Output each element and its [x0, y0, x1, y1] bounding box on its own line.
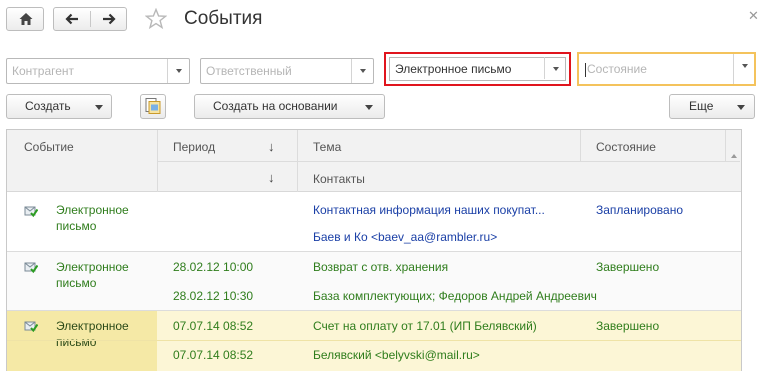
counterparty-filter-placeholder: Контрагент: [12, 64, 75, 78]
column-header-event[interactable]: Событие: [24, 139, 74, 155]
event-type-value: Электронное письмо: [395, 62, 512, 76]
home-icon: [19, 13, 33, 25]
close-icon[interactable]: ✕: [748, 9, 759, 22]
row-state: Завершено: [596, 319, 660, 333]
email-event-icon: [24, 321, 38, 333]
row-subject: Возврат с отв. хранения: [313, 260, 449, 274]
page-title: События: [184, 8, 263, 29]
row-event: Электронное письмо: [56, 319, 129, 349]
table-row-selected[interactable]: Электронное письмо 07.07.14 08:52 07.07.…: [7, 311, 741, 371]
row-subject: Счет на оплату от 17.01 (ИП Белявский): [313, 319, 537, 333]
chevron-down-icon[interactable]: [544, 57, 566, 79]
chevron-down-icon: [95, 105, 103, 110]
chevron-down-icon: [737, 105, 745, 110]
row-period-start: 28.02.12 10:00: [173, 260, 254, 274]
row-contacts: Белявский <belyvski@mail.ru>: [313, 348, 480, 362]
row-contacts: Баев и Ко <baev_aa@rambler.ru>: [313, 230, 498, 244]
column-divider: [297, 130, 298, 192]
responsible-filter-placeholder: Ответственный: [206, 64, 292, 78]
column-divider: [157, 130, 158, 192]
table-header: Событие Период ↓ ↓ Тема Контакты Состоян…: [7, 130, 741, 192]
email-event-icon: [24, 206, 38, 218]
column-divider: [580, 130, 581, 161]
chevron-down-icon[interactable]: [351, 59, 373, 83]
row-period-end: 28.02.12 10:30: [173, 289, 254, 303]
create-button-label: Создать: [25, 99, 71, 113]
document-template-icon: [145, 98, 161, 114]
table-row[interactable]: Электронное письмо 28.02.12 10:00 28.02.…: [7, 252, 741, 310]
history-nav: [53, 7, 127, 31]
column-header-state[interactable]: Состояние: [596, 139, 656, 155]
events-table[interactable]: Событие Период ↓ ↓ Тема Контакты Состоян…: [6, 129, 742, 371]
row-event: Электронное письмо: [56, 203, 129, 233]
event-type-filter[interactable]: Электронное письмо: [384, 52, 571, 86]
row-inner-divider: [7, 340, 741, 341]
column-header-period[interactable]: Период: [173, 139, 215, 155]
chevron-down-icon: [365, 105, 373, 110]
email-event-icon: [24, 262, 38, 274]
column-header-subject[interactable]: Тема: [313, 139, 341, 155]
star-icon[interactable]: [145, 8, 167, 30]
sort-arrow-icon: ↓: [268, 170, 275, 185]
create-based-on-button[interactable]: Создать на основании: [194, 94, 385, 119]
scroll-up-arrow[interactable]: [731, 154, 737, 158]
home-button[interactable]: [6, 7, 44, 31]
arrow-left-icon: [65, 13, 78, 25]
more-button-label: Еще: [689, 99, 714, 113]
chevron-down-icon[interactable]: [167, 59, 189, 83]
back-button[interactable]: [54, 8, 90, 30]
forward-button[interactable]: [91, 8, 127, 30]
column-header-contacts[interactable]: Контакты: [313, 171, 365, 187]
arrow-right-icon: [103, 13, 116, 25]
event-type-field[interactable]: Электронное письмо: [389, 57, 566, 81]
row-contacts: База комплектующих; Федоров Андрей Андре…: [313, 289, 597, 303]
sort-arrow-icon: ↓: [268, 139, 275, 154]
row-state: Завершено: [596, 260, 660, 274]
state-filter[interactable]: Состояние: [577, 52, 756, 86]
header-divider: [157, 161, 740, 162]
row-period-start: 07.07.14 08:52: [173, 319, 254, 333]
responsible-filter[interactable]: Ответственный: [200, 58, 374, 84]
counterparty-filter[interactable]: Контрагент: [6, 58, 190, 84]
row-state: Запланировано: [596, 203, 683, 217]
more-button[interactable]: Еще: [669, 94, 755, 119]
create-button[interactable]: Создать: [6, 94, 112, 119]
state-filter-placeholder: Состояние: [587, 62, 647, 76]
table-row[interactable]: Электронное письмо Контактная информация…: [7, 192, 741, 251]
template-button[interactable]: [140, 94, 166, 119]
row-period-end: 07.07.14 08:52: [173, 348, 254, 362]
chevron-down-icon[interactable]: [733, 54, 755, 84]
column-divider: [725, 130, 726, 161]
row-subject: Контактная информация наших покупат...: [313, 203, 545, 217]
text-cursor: [585, 63, 586, 77]
row-event: Электронное письмо: [56, 260, 129, 290]
create-based-on-label: Создать на основании: [213, 99, 338, 113]
